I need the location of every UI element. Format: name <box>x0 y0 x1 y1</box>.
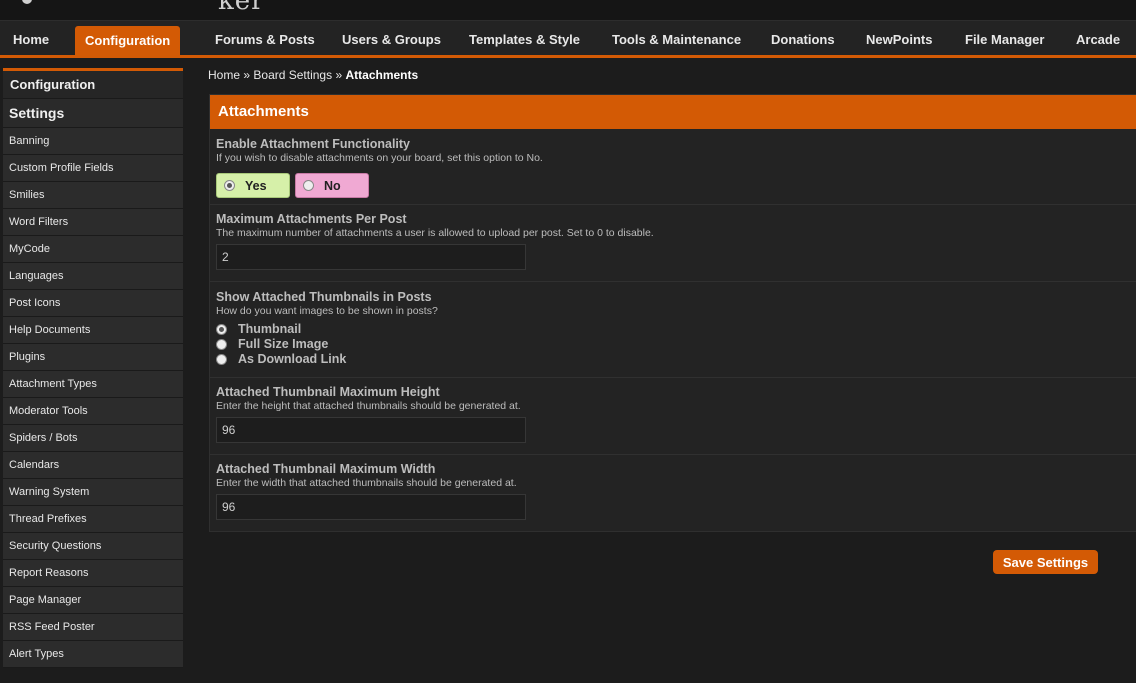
sidebar-item-spiders-bots[interactable]: Spiders / Bots <box>3 425 183 452</box>
max-attachments-input[interactable] <box>216 244 526 270</box>
setting-thumb-width: Attached Thumbnail Maximum Width Enter t… <box>210 455 1136 530</box>
sidebar-item-warning-system[interactable]: Warning System <box>3 479 183 506</box>
setting-desc: Enter the height that attached thumbnail… <box>216 400 521 412</box>
nav-tab-donations[interactable]: Donations <box>771 21 835 56</box>
setting-title: Show Attached Thumbnails in Posts <box>216 290 432 304</box>
setting-show-thumbnails: Show Attached Thumbnails in Posts How do… <box>210 282 1136 378</box>
sidebar-item-thread-prefixes[interactable]: Thread Prefixes <box>3 506 183 533</box>
full-size-radio-icon[interactable] <box>216 339 227 350</box>
no-radio-icon[interactable] <box>303 180 314 191</box>
breadcrumb-board-settings[interactable]: Board Settings <box>253 68 332 82</box>
breadcrumb-current: Attachments <box>345 68 419 82</box>
sidebar-item-banning[interactable]: Banning <box>3 128 183 155</box>
nav-tab-templates-style[interactable]: Templates & Style <box>469 21 580 56</box>
sidebar-item-word-filters[interactable]: Word Filters <box>3 209 183 236</box>
logo-fragment: ker <box>218 0 265 16</box>
setting-enable-attachments: Enable Attachment Functionality If you w… <box>210 129 1136 205</box>
sidebar-item-moderator-tools[interactable]: Moderator Tools <box>3 398 183 425</box>
download-link-radio-icon[interactable] <box>216 354 227 365</box>
sidebar-item-mycode[interactable]: MyCode <box>3 236 183 263</box>
sidebar-item-plugins[interactable]: Plugins <box>3 344 183 371</box>
setting-max-attachments: Maximum Attachments Per Post The maximum… <box>210 205 1136 282</box>
yes-label: Yes <box>245 179 267 193</box>
setting-desc: Enter the width that attached thumbnails… <box>216 477 517 489</box>
enable-no-option[interactable]: No <box>295 173 369 198</box>
setting-title: Attached Thumbnail Maximum Height <box>216 385 440 399</box>
option-label: Full Size Image <box>238 337 329 351</box>
setting-thumb-height: Attached Thumbnail Maximum Height Enter … <box>210 378 1136 455</box>
settings-panel: Attachments Enable Attachment Functional… <box>209 94 1136 532</box>
nav-tab-arcade[interactable]: Arcade <box>1076 21 1120 56</box>
sidebar-item-alert-types[interactable]: Alert Types <box>3 641 183 668</box>
nav-tab-home[interactable]: Home <box>13 21 49 56</box>
sidebar-item-rss-feed-poster[interactable]: RSS Feed Poster <box>3 614 183 641</box>
logo-mark-icon <box>22 0 32 4</box>
setting-title: Maximum Attachments Per Post <box>216 212 407 226</box>
yes-radio-icon[interactable] <box>224 180 235 191</box>
breadcrumb-home[interactable]: Home <box>208 68 240 82</box>
option-label: As Download Link <box>238 352 347 366</box>
sidebar-item-languages[interactable]: Languages <box>3 263 183 290</box>
sidebar-item-smilies[interactable]: Smilies <box>3 182 183 209</box>
sidebar-item-page-manager[interactable]: Page Manager <box>3 587 183 614</box>
setting-title: Enable Attachment Functionality <box>216 137 411 151</box>
enable-yes-option[interactable]: Yes <box>216 173 290 198</box>
sidebar-item-report-reasons[interactable]: Report Reasons <box>3 560 183 587</box>
breadcrumb-separator: » <box>243 68 251 82</box>
thumb-width-input[interactable] <box>216 494 526 520</box>
sidebar-item-attachment-types[interactable]: Attachment Types <box>3 371 183 398</box>
thumb-height-input[interactable] <box>216 417 526 443</box>
setting-desc: How do you want images to be shown in po… <box>216 305 438 317</box>
sidebar-item-post-icons[interactable]: Post Icons <box>3 290 183 317</box>
panel-title: Attachments <box>210 95 1136 129</box>
sidebar-heading: Configuration <box>3 71 183 99</box>
sidebar-subheading: Settings <box>3 99 183 128</box>
top-header: ker <box>0 0 1136 20</box>
nav-tab-tools-maintenance[interactable]: Tools & Maintenance <box>612 21 741 56</box>
nav-tab-newpoints[interactable]: NewPoints <box>866 21 932 56</box>
sidebar: Configuration Settings Banning Custom Pr… <box>3 68 183 668</box>
breadcrumb-separator: » <box>335 68 343 82</box>
nav-tab-file-manager[interactable]: File Manager <box>965 21 1044 56</box>
breadcrumb: Home » Board Settings » Attachments <box>208 68 418 82</box>
main-nav: Home Configuration Forums & Posts Users … <box>0 20 1136 58</box>
sidebar-item-security-questions[interactable]: Security Questions <box>3 533 183 560</box>
nav-tab-forums-posts[interactable]: Forums & Posts <box>215 21 315 56</box>
option-label: Thumbnail <box>238 322 302 336</box>
setting-title: Attached Thumbnail Maximum Width <box>216 462 436 476</box>
thumbnail-radio-icon[interactable] <box>216 324 227 335</box>
no-label: No <box>324 179 341 193</box>
sidebar-item-custom-profile-fields[interactable]: Custom Profile Fields <box>3 155 183 182</box>
nav-tab-configuration[interactable]: Configuration <box>75 26 181 56</box>
save-settings-button[interactable]: Save Settings <box>993 550 1098 574</box>
setting-desc: If you wish to disable attachments on yo… <box>216 152 543 164</box>
setting-desc: The maximum number of attachments a user… <box>216 227 654 239</box>
nav-tab-users-groups[interactable]: Users & Groups <box>342 21 441 56</box>
sidebar-item-help-documents[interactable]: Help Documents <box>3 317 183 344</box>
sidebar-item-calendars[interactable]: Calendars <box>3 452 183 479</box>
